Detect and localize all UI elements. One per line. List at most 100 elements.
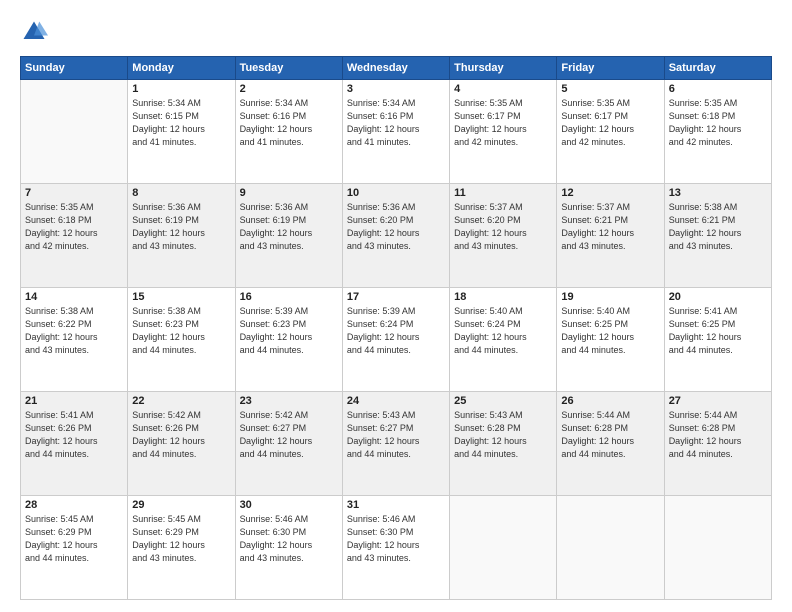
calendar-week-row: 7 Sunrise: 5:35 AMSunset: 6:18 PMDaylight… — [21, 184, 772, 288]
day-info: Sunrise: 5:38 AMSunset: 6:23 PMDaylight:… — [132, 305, 230, 357]
day-info: Sunrise: 5:35 AMSunset: 6:17 PMDaylight:… — [454, 97, 552, 149]
day-info: Sunrise: 5:37 AMSunset: 6:21 PMDaylight:… — [561, 201, 659, 253]
day-number: 23 — [240, 395, 338, 407]
calendar-cell: 25 Sunrise: 5:43 AMSunset: 6:28 PMDayligh… — [450, 392, 557, 496]
calendar-cell: 5 Sunrise: 5:35 AMSunset: 6:17 PMDaylight… — [557, 80, 664, 184]
day-number: 3 — [347, 83, 445, 95]
calendar-cell — [557, 496, 664, 600]
day-number: 25 — [454, 395, 552, 407]
calendar-cell: 8 Sunrise: 5:36 AMSunset: 6:19 PMDaylight… — [128, 184, 235, 288]
calendar-cell — [664, 496, 771, 600]
calendar-cell: 11 Sunrise: 5:37 AMSunset: 6:20 PMDayligh… — [450, 184, 557, 288]
calendar-week-row: 1 Sunrise: 5:34 AMSunset: 6:15 PMDaylight… — [21, 80, 772, 184]
calendar-cell: 4 Sunrise: 5:35 AMSunset: 6:17 PMDaylight… — [450, 80, 557, 184]
weekday-header-thursday: Thursday — [450, 57, 557, 80]
day-number: 1 — [132, 83, 230, 95]
day-info: Sunrise: 5:42 AMSunset: 6:26 PMDaylight:… — [132, 409, 230, 461]
day-number: 10 — [347, 187, 445, 199]
day-number: 21 — [25, 395, 123, 407]
day-info: Sunrise: 5:44 AMSunset: 6:28 PMDaylight:… — [561, 409, 659, 461]
calendar-week-row: 28Sunrise: 5:45 AMSunset: 6:29 PMDayligh… — [21, 496, 772, 600]
day-number: 16 — [240, 291, 338, 303]
calendar-cell: 20Sunrise: 5:41 AMSunset: 6:25 PMDayligh… — [664, 288, 771, 392]
calendar-cell: 16 Sunrise: 5:39 AMSunset: 6:23 PMDayligh… — [235, 288, 342, 392]
day-info: Sunrise: 5:35 AMSunset: 6:18 PMDaylight:… — [25, 201, 123, 253]
logo — [20, 18, 52, 46]
weekday-header-sunday: Sunday — [21, 57, 128, 80]
weekday-header-wednesday: Wednesday — [342, 57, 449, 80]
calendar-cell: 10 Sunrise: 5:36 AMSunset: 6:20 PMDayligh… — [342, 184, 449, 288]
day-number: 26 — [561, 395, 659, 407]
day-number: 2 — [240, 83, 338, 95]
day-info: Sunrise: 5:39 AMSunset: 6:23 PMDaylight:… — [240, 305, 338, 357]
day-info: Sunrise: 5:41 AMSunset: 6:26 PMDaylight:… — [25, 409, 123, 461]
calendar-cell: 19 Sunrise: 5:40 AMSunset: 6:25 PMDayligh… — [557, 288, 664, 392]
day-info: Sunrise: 5:35 AMSunset: 6:18 PMDaylight:… — [669, 97, 767, 149]
calendar-week-row: 14Sunrise: 5:38 AMSunset: 6:22 PMDayligh… — [21, 288, 772, 392]
day-info: Sunrise: 5:38 AMSunset: 6:21 PMDaylight:… — [669, 201, 767, 253]
page: SundayMondayTuesdayWednesdayThursdayFrid… — [0, 0, 792, 612]
day-info: Sunrise: 5:44 AMSunset: 6:28 PMDaylight:… — [669, 409, 767, 461]
day-number: 6 — [669, 83, 767, 95]
day-number: 19 — [561, 291, 659, 303]
day-number: 24 — [347, 395, 445, 407]
calendar-cell: 9 Sunrise: 5:36 AMSunset: 6:19 PMDaylight… — [235, 184, 342, 288]
day-info: Sunrise: 5:46 AMSunset: 6:30 PMDaylight:… — [347, 513, 445, 565]
day-info: Sunrise: 5:46 AMSunset: 6:30 PMDaylight:… — [240, 513, 338, 565]
calendar: SundayMondayTuesdayWednesdayThursdayFrid… — [20, 56, 772, 600]
day-info: Sunrise: 5:43 AMSunset: 6:27 PMDaylight:… — [347, 409, 445, 461]
day-number: 18 — [454, 291, 552, 303]
day-number: 7 — [25, 187, 123, 199]
calendar-cell — [450, 496, 557, 600]
day-info: Sunrise: 5:39 AMSunset: 6:24 PMDaylight:… — [347, 305, 445, 357]
calendar-week-row: 21 Sunrise: 5:41 AMSunset: 6:26 PMDayligh… — [21, 392, 772, 496]
day-info: Sunrise: 5:37 AMSunset: 6:20 PMDaylight:… — [454, 201, 552, 253]
logo-icon — [20, 18, 48, 46]
calendar-cell: 28Sunrise: 5:45 AMSunset: 6:29 PMDayligh… — [21, 496, 128, 600]
day-info: Sunrise: 5:34 AMSunset: 6:15 PMDaylight:… — [132, 97, 230, 149]
weekday-header-friday: Friday — [557, 57, 664, 80]
day-info: Sunrise: 5:43 AMSunset: 6:28 PMDaylight:… — [454, 409, 552, 461]
calendar-cell: 2 Sunrise: 5:34 AMSunset: 6:16 PMDaylight… — [235, 80, 342, 184]
day-number: 12 — [561, 187, 659, 199]
calendar-cell — [21, 80, 128, 184]
weekday-header-row: SundayMondayTuesdayWednesdayThursdayFrid… — [21, 57, 772, 80]
day-info: Sunrise: 5:35 AMSunset: 6:17 PMDaylight:… — [561, 97, 659, 149]
calendar-cell: 13 Sunrise: 5:38 AMSunset: 6:21 PMDayligh… — [664, 184, 771, 288]
day-number: 29 — [132, 499, 230, 511]
day-number: 22 — [132, 395, 230, 407]
day-info: Sunrise: 5:36 AMSunset: 6:19 PMDaylight:… — [132, 201, 230, 253]
day-number: 13 — [669, 187, 767, 199]
calendar-cell: 30 Sunrise: 5:46 AMSunset: 6:30 PMDayligh… — [235, 496, 342, 600]
day-number: 4 — [454, 83, 552, 95]
day-info: Sunrise: 5:36 AMSunset: 6:19 PMDaylight:… — [240, 201, 338, 253]
day-info: Sunrise: 5:40 AMSunset: 6:24 PMDaylight:… — [454, 305, 552, 357]
day-number: 5 — [561, 83, 659, 95]
day-info: Sunrise: 5:42 AMSunset: 6:27 PMDaylight:… — [240, 409, 338, 461]
day-number: 17 — [347, 291, 445, 303]
calendar-cell: 17 Sunrise: 5:39 AMSunset: 6:24 PMDayligh… — [342, 288, 449, 392]
calendar-cell: 18 Sunrise: 5:40 AMSunset: 6:24 PMDayligh… — [450, 288, 557, 392]
day-info: Sunrise: 5:34 AMSunset: 6:16 PMDaylight:… — [347, 97, 445, 149]
day-number: 31 — [347, 499, 445, 511]
calendar-cell: 1 Sunrise: 5:34 AMSunset: 6:15 PMDaylight… — [128, 80, 235, 184]
day-number: 30 — [240, 499, 338, 511]
day-number: 8 — [132, 187, 230, 199]
weekday-header-monday: Monday — [128, 57, 235, 80]
day-info: Sunrise: 5:40 AMSunset: 6:25 PMDaylight:… — [561, 305, 659, 357]
day-info: Sunrise: 5:36 AMSunset: 6:20 PMDaylight:… — [347, 201, 445, 253]
calendar-cell: 23 Sunrise: 5:42 AMSunset: 6:27 PMDayligh… — [235, 392, 342, 496]
calendar-cell: 21 Sunrise: 5:41 AMSunset: 6:26 PMDayligh… — [21, 392, 128, 496]
day-number: 9 — [240, 187, 338, 199]
day-number: 11 — [454, 187, 552, 199]
calendar-cell: 14Sunrise: 5:38 AMSunset: 6:22 PMDayligh… — [21, 288, 128, 392]
day-info: Sunrise: 5:45 AMSunset: 6:29 PMDaylight:… — [132, 513, 230, 565]
day-info: Sunrise: 5:34 AMSunset: 6:16 PMDaylight:… — [240, 97, 338, 149]
calendar-cell: 12 Sunrise: 5:37 AMSunset: 6:21 PMDayligh… — [557, 184, 664, 288]
calendar-cell: 15Sunrise: 5:38 AMSunset: 6:23 PMDayligh… — [128, 288, 235, 392]
calendar-cell: 22 Sunrise: 5:42 AMSunset: 6:26 PMDayligh… — [128, 392, 235, 496]
header — [20, 18, 772, 46]
weekday-header-saturday: Saturday — [664, 57, 771, 80]
calendar-cell: 27Sunrise: 5:44 AMSunset: 6:28 PMDayligh… — [664, 392, 771, 496]
calendar-cell: 7 Sunrise: 5:35 AMSunset: 6:18 PMDaylight… — [21, 184, 128, 288]
